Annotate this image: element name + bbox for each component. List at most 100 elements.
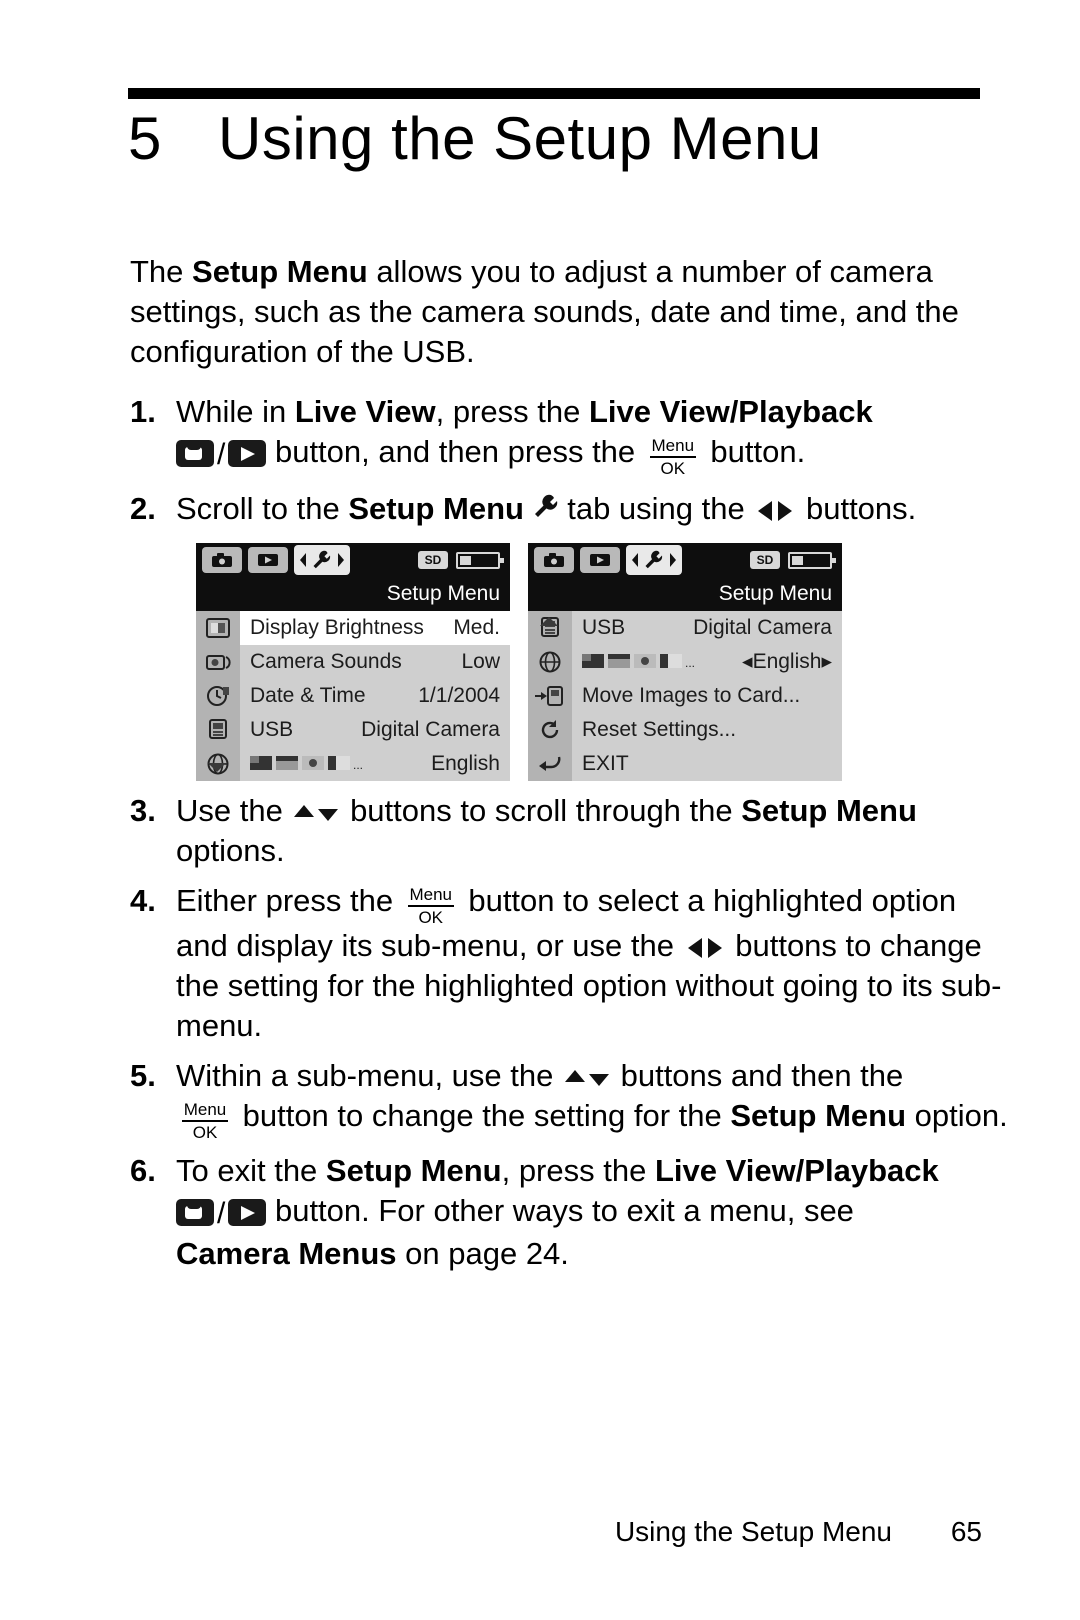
row-label: Camera Sounds bbox=[250, 650, 402, 673]
row-label: Display Brightness bbox=[250, 616, 424, 639]
exit-icon bbox=[528, 747, 572, 781]
screen1-tab-playback[interactable] bbox=[248, 547, 288, 573]
menu-ok-divider-step4 bbox=[407, 905, 454, 907]
table-row[interactable]: Camera Sounds Low bbox=[240, 645, 510, 679]
speaker-camera-icon bbox=[196, 645, 240, 679]
footer-page-number: 65 bbox=[950, 1516, 982, 1547]
page-footer: Using the Setup Menu 65 bbox=[130, 1516, 982, 1548]
screen2-tab-capture[interactable] bbox=[534, 547, 574, 573]
table-row[interactable]: Move Images to Card... bbox=[572, 679, 842, 713]
move-images-icon bbox=[528, 679, 572, 713]
step-5-text-4: option. bbox=[906, 1098, 1008, 1133]
step-5-number: 5. bbox=[130, 1058, 156, 1093]
step-2: 2. Scroll to the Setup Menu tab using th… bbox=[130, 489, 1010, 529]
playback-tab-icon bbox=[590, 554, 610, 566]
menu-label: Menu bbox=[651, 436, 695, 455]
footer-text: Using the Setup Menu bbox=[614, 1516, 892, 1547]
usb-icon-glyph bbox=[209, 719, 227, 739]
language-globe-icon-glyph bbox=[539, 651, 561, 673]
wrench-icon bbox=[534, 494, 557, 517]
language-flags-icon: ... bbox=[250, 756, 363, 772]
globe-icon bbox=[528, 645, 572, 679]
screen2-rows: USB Digital Camera ... ◂English▸ Move Im… bbox=[572, 611, 842, 781]
screen2-tab-setup[interactable] bbox=[626, 545, 682, 575]
step-2-number: 2. bbox=[130, 491, 156, 526]
menu-label-step4: Menu bbox=[409, 885, 452, 904]
step-1: 1. While in Live View, press the Live Vi… bbox=[130, 392, 1010, 477]
step-1-bold-live-view-playback: Live View/Playback bbox=[588, 394, 873, 429]
setup-menu-screen-page1: SD Setup Menu Display Brightness Med. Ca… bbox=[196, 543, 510, 781]
screen2-body: USB Digital Camera ... ◂English▸ Move Im… bbox=[528, 611, 842, 781]
step-6-bold-setup-menu: Setup Menu bbox=[325, 1153, 502, 1188]
step-6-text-1: To exit the bbox=[176, 1153, 326, 1188]
row-value: English bbox=[752, 650, 822, 673]
page-title: 5 Using the Setup Menu bbox=[128, 104, 1008, 173]
slash-separator-step6: / bbox=[217, 1197, 226, 1230]
screen2-tab-playback[interactable] bbox=[580, 547, 620, 573]
intro-text-1: The bbox=[130, 254, 193, 289]
step-6: 6. To exit the Setup Menu, press the Liv… bbox=[130, 1151, 1010, 1274]
table-row[interactable]: ... ◂English▸ bbox=[572, 645, 842, 679]
menu-ok-divider bbox=[649, 456, 696, 458]
language-flags-icon: ... bbox=[582, 654, 695, 670]
left-right-arrows-icon-step4 bbox=[687, 938, 722, 958]
row-label: EXIT bbox=[582, 752, 629, 775]
row-value: 1/1/2004 bbox=[418, 684, 500, 707]
step-6-text-2: , press the bbox=[501, 1153, 655, 1188]
usb-icon bbox=[196, 713, 240, 747]
chapter-number: 5 bbox=[128, 105, 162, 172]
screen2-scroll-up-arrow[interactable] bbox=[540, 617, 558, 626]
camera-sounds-icon-glyph bbox=[206, 655, 231, 670]
step-1-text-4: button. bbox=[701, 434, 806, 469]
row-value-with-arrows: ◂English▸ bbox=[742, 650, 832, 673]
menu-ok-button-icon-step4: Menu OK bbox=[402, 886, 460, 926]
screen2-status-bar: SD bbox=[528, 543, 842, 577]
exit-icon-glyph bbox=[539, 756, 561, 771]
capture-tab-icon bbox=[212, 553, 232, 567]
step-5-text-2: buttons and then the bbox=[611, 1058, 904, 1093]
step-2-text-3: buttons. bbox=[797, 491, 917, 526]
ok-label-step4: OK bbox=[418, 908, 443, 927]
screen2-sd-card-badge: SD bbox=[750, 551, 780, 569]
screen1-tab-capture[interactable] bbox=[202, 547, 242, 573]
chapter-title-text: Using the Setup Menu bbox=[218, 105, 822, 172]
table-row[interactable]: Display Brightness Med. bbox=[240, 611, 510, 645]
capture-tab-icon bbox=[544, 553, 564, 567]
date-time-icon-glyph bbox=[207, 686, 229, 706]
row-label: USB bbox=[582, 616, 626, 639]
step-1-number: 1. bbox=[130, 394, 156, 429]
row-value: English bbox=[431, 752, 500, 775]
capture-button-icon bbox=[176, 440, 214, 467]
table-row[interactable]: Reset Settings... bbox=[572, 713, 842, 747]
step-4-text-1: Either press the bbox=[176, 883, 402, 918]
table-row[interactable]: EXIT bbox=[572, 747, 842, 781]
screen1-tab-setup[interactable] bbox=[294, 545, 350, 575]
step-6-text-4: on page 24. bbox=[396, 1236, 569, 1271]
screen1-title: Setup Menu bbox=[196, 577, 510, 611]
reset-icon bbox=[528, 713, 572, 747]
playback-button-icon-step6 bbox=[228, 1199, 267, 1226]
step-3-text-1: Use the bbox=[176, 793, 292, 828]
screen2-battery-icon bbox=[788, 552, 836, 569]
table-row[interactable]: USB Digital Camera bbox=[240, 713, 510, 747]
table-row[interactable]: USB Digital Camera bbox=[572, 611, 842, 645]
screen1-scroll-down-arrow[interactable] bbox=[208, 763, 226, 772]
ok-label-step5: OK bbox=[192, 1123, 218, 1142]
step-1-text-3: button, and then press the bbox=[266, 434, 644, 469]
step-5-text-3: button to change the setting for the bbox=[234, 1098, 731, 1133]
table-row[interactable]: Date & Time 1/1/2004 bbox=[240, 679, 510, 713]
screen1-status-bar: SD bbox=[196, 543, 510, 577]
screen1-rows: Display Brightness Med. Camera Sounds Lo… bbox=[240, 611, 510, 781]
reset-settings-icon-glyph bbox=[541, 720, 559, 739]
table-row[interactable]: ... English bbox=[240, 747, 510, 781]
menu-ok-divider-step5 bbox=[182, 1120, 228, 1122]
manual-page: 5 Using the Setup Menu The Setup Menu all… bbox=[0, 0, 1080, 1620]
step-3-bold-setup-menu: Setup Menu bbox=[741, 793, 917, 828]
screen1-body: Display Brightness Med. Camera Sounds Lo… bbox=[196, 611, 510, 781]
setup-menu-screen-page2: SD Setup Menu USB Digital Camera ... ◂En… bbox=[528, 543, 842, 781]
lcd-screenshots: SD Setup Menu Display Brightness Med. Ca… bbox=[196, 543, 912, 783]
row-value: Low bbox=[461, 650, 500, 673]
step-3-text-2: buttons to scroll through the bbox=[341, 793, 742, 828]
screen1-sd-card-badge: SD bbox=[418, 551, 448, 569]
move-images-icon-glyph bbox=[535, 686, 563, 706]
